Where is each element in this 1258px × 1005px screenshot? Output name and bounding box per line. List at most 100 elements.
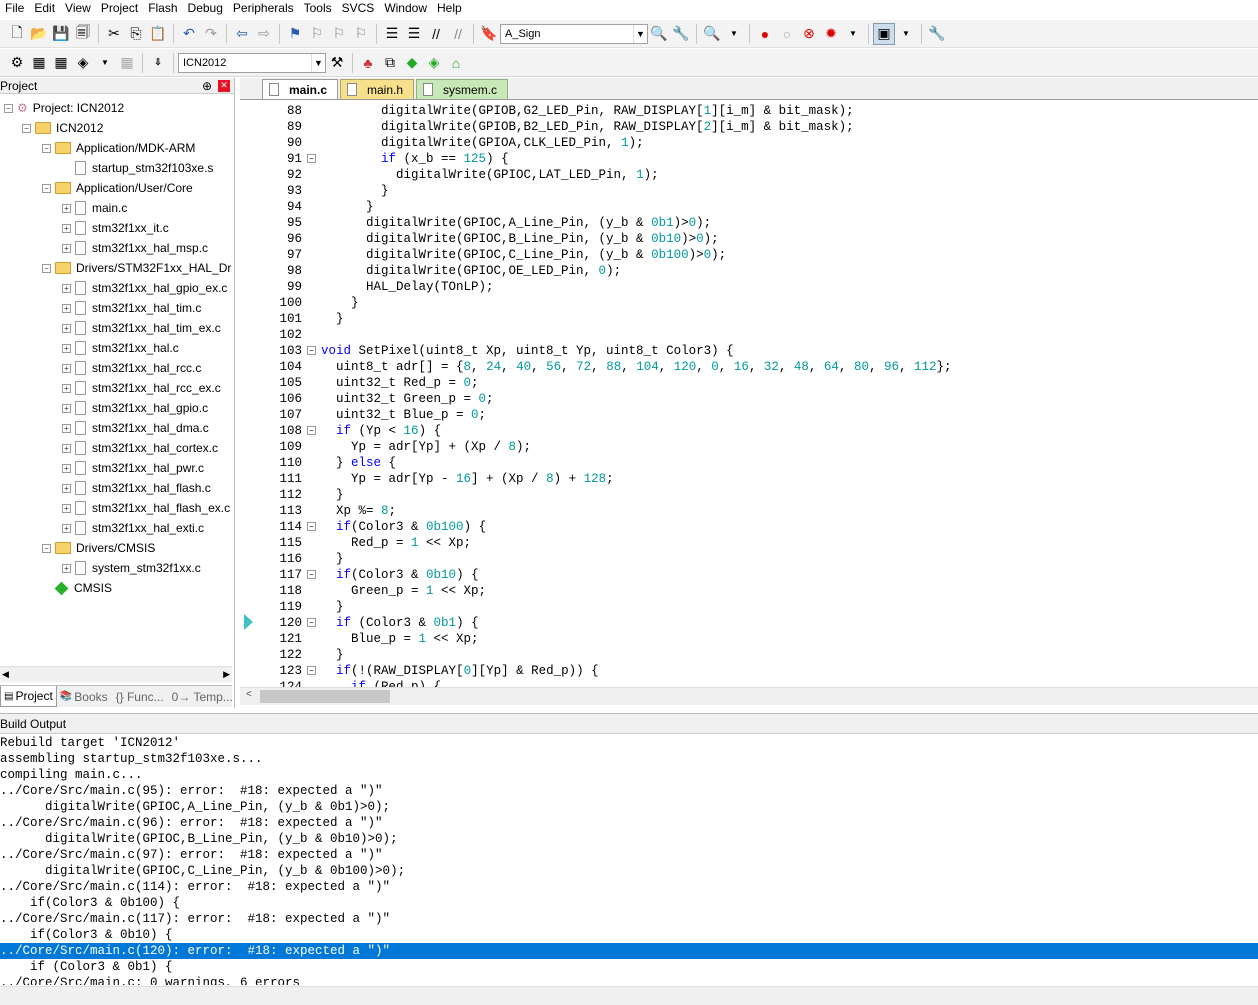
manage-components-icon[interactable]: ♣ (357, 52, 379, 74)
fold-toggle-icon[interactable]: − (307, 426, 316, 435)
editor-tab[interactable]: main.c (262, 79, 339, 99)
tree-item[interactable]: + system_stm32f1xx.c (62, 558, 201, 578)
expand-icon[interactable]: + (62, 323, 71, 333)
cut-icon[interactable]: ✂ (103, 23, 125, 45)
menu-flash[interactable]: Flash (143, 0, 182, 18)
build-output-scrollbar[interactable] (0, 986, 1258, 1005)
output-line[interactable]: ../Core/Src/main.c(114): error: #18: exp… (0, 879, 1258, 895)
tree-item[interactable]: − ⚙ Project: ICN2012 (4, 98, 124, 118)
menu-window[interactable]: Window (379, 0, 432, 18)
batch-build-icon[interactable]: ◈ (72, 52, 94, 74)
chevron-down-icon[interactable]: ▼ (311, 53, 325, 72)
editor-scrollbar[interactable]: < (240, 687, 1258, 705)
output-line[interactable]: assembling startup_stm32f103xe.s... (0, 751, 1258, 767)
menu-help[interactable]: Help (432, 0, 467, 18)
expand-icon[interactable]: + (62, 523, 71, 533)
tree-item[interactable]: + stm32f1xx_hal_msp.c (62, 238, 208, 258)
build-output-text[interactable]: Rebuild target 'ICN2012' assembling start… (0, 735, 1258, 985)
tree-item[interactable]: + stm32f1xx_hal_gpio_ex.c (62, 278, 227, 298)
output-line-selected[interactable]: ../Core/Src/main.c(120): error: #18: exp… (0, 943, 1258, 959)
output-line[interactable]: compiling main.c... (0, 767, 1258, 783)
breakpoint-dropdown-icon[interactable]: ▼ (842, 23, 864, 45)
nav-forward-icon[interactable]: ⇨ (253, 23, 275, 45)
expand-icon[interactable]: + (62, 203, 71, 213)
stop-build-icon[interactable]: ▦ (116, 52, 138, 74)
tree-item[interactable]: + stm32f1xx_hal.c (62, 338, 179, 358)
nav-back-icon[interactable]: ⇦ (231, 23, 253, 45)
collapse-icon[interactable]: − (42, 263, 51, 273)
expand-icon[interactable]: + (62, 303, 71, 313)
menu-tools[interactable]: Tools (299, 0, 337, 18)
expand-icon[interactable]: + (62, 463, 71, 473)
load-icon[interactable]: ⇩ (147, 52, 169, 74)
expand-icon[interactable]: + (62, 283, 71, 293)
fold-toggle-icon[interactable]: − (307, 522, 316, 531)
collapse-icon[interactable]: − (4, 103, 13, 113)
menu-peripherals[interactable]: Peripherals (228, 0, 299, 18)
tree-item[interactable]: − Application/MDK-ARM (42, 138, 195, 158)
expand-icon[interactable]: + (62, 503, 71, 513)
pin-icon[interactable]: ⊕ (202, 79, 212, 93)
chevron-down-icon[interactable]: ▼ (633, 24, 647, 43)
target-options-icon[interactable]: ⚒ (326, 52, 348, 74)
uncomment-icon[interactable]: // (447, 23, 469, 45)
expand-icon[interactable]: + (62, 483, 71, 493)
redo-icon[interactable]: ↷ (200, 23, 222, 45)
output-line[interactable]: ../Core/Src/main.c(117): error: #18: exp… (0, 911, 1258, 927)
find-combo[interactable]: A_Sign ▼ (500, 23, 648, 44)
editor-tab[interactable]: sysmem.c (416, 79, 509, 99)
tree-item[interactable]: + stm32f1xx_hal_gpio.c (62, 398, 208, 418)
build-icon[interactable]: ▦ (28, 52, 50, 74)
fold-toggle-icon[interactable]: − (307, 666, 316, 675)
debug-session-icon[interactable]: 🔍 (701, 23, 723, 45)
new-file-icon[interactable]: 🗋 (6, 23, 28, 45)
paste-icon[interactable]: 📋 (147, 23, 169, 45)
panel-tab-functions[interactable]: {} Func... (111, 686, 167, 707)
expand-icon[interactable]: + (62, 223, 71, 233)
fold-toggle-icon[interactable]: − (307, 618, 316, 627)
menu-svcs[interactable]: SVCS (337, 0, 380, 18)
project-scrollbar[interactable]: ◀ ▶ (0, 666, 232, 682)
menu-edit[interactable]: Edit (29, 0, 60, 18)
tree-item[interactable]: + stm32f1xx_hal_tim.c (62, 298, 201, 318)
output-line[interactable]: Rebuild target 'ICN2012' (0, 735, 1258, 751)
menu-view[interactable]: View (60, 0, 96, 18)
expand-icon[interactable]: + (62, 343, 71, 353)
bookmark-prev-icon[interactable]: ⚐ (306, 23, 328, 45)
close-icon[interactable]: ✕ (218, 79, 230, 92)
output-line[interactable]: digitalWrite(GPIOC,C_Line_Pin, (y_b & 0b… (0, 863, 1258, 879)
layout-dropdown-icon[interactable]: ▼ (895, 23, 917, 45)
scroll-left-icon[interactable]: < (246, 689, 252, 700)
expand-icon[interactable]: + (62, 403, 71, 413)
pack-installer-icon[interactable]: ◈ (423, 52, 445, 74)
output-line[interactable]: ../Core/Src/main.c(96): error: #18: expe… (0, 815, 1258, 831)
output-line[interactable]: digitalWrite(GPIOC,A_Line_Pin, (y_b & 0b… (0, 799, 1258, 815)
fold-toggle-icon[interactable]: − (307, 570, 316, 579)
indent-icon[interactable]: ☰ (381, 23, 403, 45)
code-editor[interactable]: 88 89 90 91−92 93 94 95 96 97 98 99 100 101 102 103−10… (240, 101, 1258, 687)
tree-item[interactable]: + stm32f1xx_hal_dma.c (62, 418, 209, 438)
breakpoint-kill-all-icon[interactable]: ✹ (820, 23, 842, 45)
tree-item[interactable]: + stm32f1xx_hal_rcc_ex.c (62, 378, 221, 398)
bookmark-next-icon[interactable]: ⚐ (328, 23, 350, 45)
expand-icon[interactable]: + (62, 243, 71, 253)
tree-item[interactable]: + stm32f1xx_hal_flash_ex.c (62, 498, 230, 518)
panel-tab-project-tab[interactable]: ▤ Project (0, 686, 57, 707)
tree-item[interactable]: + stm32f1xx_hal_cortex.c (62, 438, 218, 458)
incremental-find-icon[interactable]: 🔧 (670, 23, 692, 45)
debug-dropdown-icon[interactable]: ▼ (723, 23, 745, 45)
translate-icon[interactable]: ⚙ (6, 52, 28, 74)
save-all-icon[interactable]: 🗐 (72, 23, 94, 45)
tree-item[interactable]: + stm32f1xx_hal_pwr.c (62, 458, 204, 478)
fold-toggle-icon[interactable]: − (307, 154, 316, 163)
output-line[interactable]: ../Core/Src/main.c(97): error: #18: expe… (0, 847, 1258, 863)
undo-icon[interactable]: ↶ (178, 23, 200, 45)
editor-tab[interactable]: main.h (340, 79, 415, 99)
expand-icon[interactable]: + (62, 383, 71, 393)
select-packs-icon[interactable]: ⌂ (445, 52, 467, 74)
breakpoint-disable-icon[interactable]: ○ (776, 23, 798, 45)
tree-item[interactable]: − Drivers/CMSIS (42, 538, 155, 558)
unindent-icon[interactable]: ☰ (403, 23, 425, 45)
output-line[interactable]: ../Core/Src/main.c: 0 warnings, 6 errors (0, 975, 1258, 985)
tree-item[interactable]: startup_stm32f103xe.s (62, 158, 213, 178)
